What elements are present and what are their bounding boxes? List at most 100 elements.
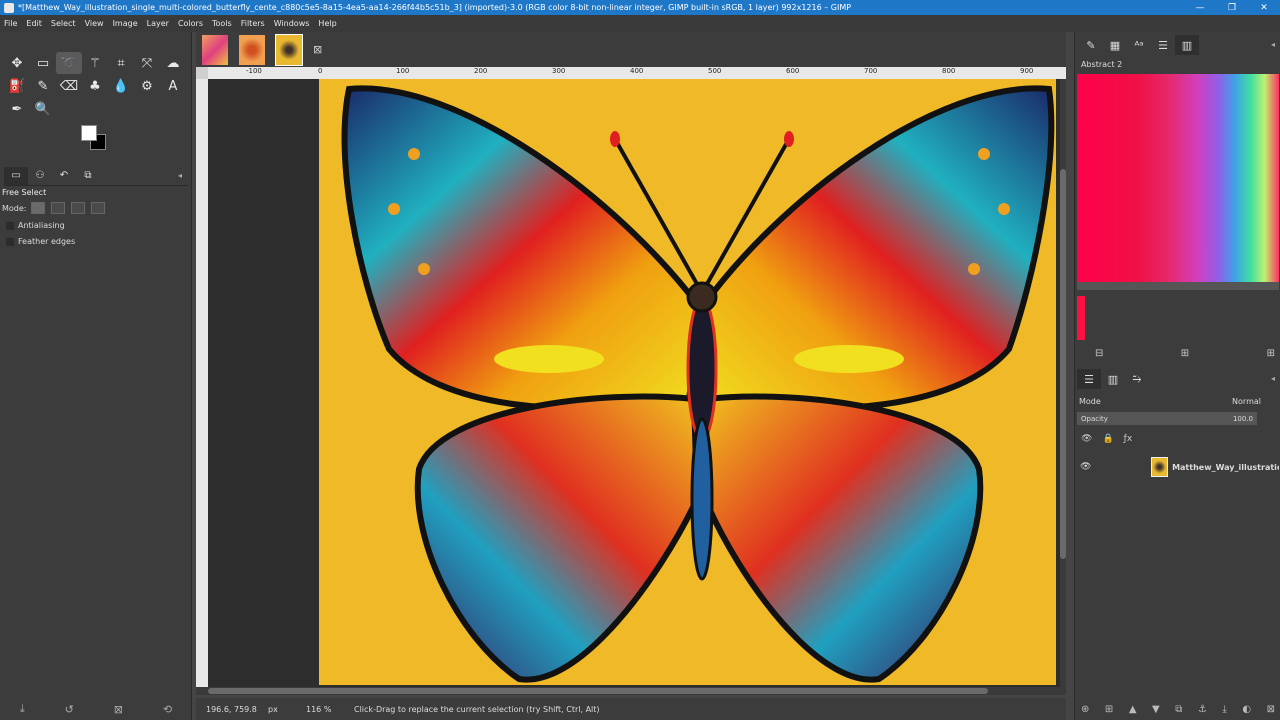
menu-file[interactable]: File (4, 19, 17, 28)
bucket-fill-tool-icon[interactable]: ⛽ (4, 75, 30, 97)
fg-bg-colors[interactable] (81, 125, 111, 155)
mode-intersect-button[interactable] (90, 202, 105, 214)
new-layer-icon[interactable]: ⊕ (1081, 704, 1089, 715)
menu-edit[interactable]: Edit (26, 19, 42, 28)
menu-filters[interactable]: Filters (241, 19, 265, 28)
lock-icon[interactable]: 🔒 (1102, 434, 1113, 444)
lower-layer-icon[interactable]: ▼ (1152, 704, 1160, 715)
gradient-stops[interactable] (1077, 282, 1279, 290)
dock-menu-icon[interactable]: ◂ (1271, 374, 1275, 383)
delete-options-icon[interactable]: ⊠ (114, 703, 123, 716)
tab-paths-icon[interactable]: ⥲ (1125, 369, 1149, 389)
antialiasing-option[interactable]: Antialiasing (0, 221, 190, 230)
tab-undo-history[interactable]: ↶ (52, 167, 76, 185)
visibility-icon[interactable]: 👁 (1081, 434, 1092, 444)
horizontal-ruler[interactable]: -100 0 100 200 300 400 500 600 700 800 9… (208, 67, 1066, 79)
tab-fonts-icon[interactable]: ᴬᵃ (1127, 35, 1151, 55)
tab-document-history-icon[interactable]: ☰ (1151, 35, 1175, 55)
clone-tool-icon[interactable]: ♣ (82, 75, 108, 97)
ruler-corner[interactable] (196, 67, 208, 79)
delete-layer-icon[interactable]: ⊠ (1267, 704, 1275, 715)
vertical-ruler[interactable] (196, 79, 208, 687)
new-group-icon[interactable]: ⊞ (1105, 704, 1113, 715)
layer-mode-select[interactable]: Normal (1232, 397, 1261, 406)
mask-icon[interactable]: ◐ (1242, 704, 1251, 715)
feather-checkbox[interactable] (6, 237, 14, 246)
restore-options-icon[interactable]: ↺ (65, 703, 74, 716)
menu-windows[interactable]: Windows (274, 19, 310, 28)
window-title: *[Matthew_Way_illustration_single_multi-… (18, 3, 852, 12)
tab-device-status[interactable]: ⚇ (28, 167, 52, 185)
canvas-area[interactable]: -100 0 100 200 300 400 500 600 700 800 9… (196, 67, 1066, 687)
canvas-image[interactable] (319, 79, 1056, 685)
image-tab-1[interactable] (202, 34, 228, 65)
image-tab-3[interactable] (275, 33, 303, 66)
zoom-tool-icon[interactable]: 🔍 (30, 98, 56, 120)
merge-layer-icon[interactable]: ⤓ (1222, 704, 1226, 715)
reset-options-icon[interactable]: ⟲ (163, 703, 172, 716)
tab-layers-icon[interactable]: ☰ (1077, 369, 1101, 389)
menu-layer[interactable]: Layer (147, 19, 169, 28)
close-button[interactable]: ✕ (1248, 3, 1280, 13)
fuzzy-select-tool-icon[interactable]: ⚚ (82, 52, 108, 74)
tab-brushes-icon[interactable]: ✎ (1079, 35, 1103, 55)
text-tool-icon[interactable]: A (160, 75, 186, 97)
gradient-preview[interactable] (1077, 74, 1279, 282)
duplicate-layer-icon[interactable]: ⧉ (1175, 704, 1182, 715)
minimize-button[interactable]: — (1184, 3, 1216, 13)
zoom-out-icon[interactable]: ⊟ (1095, 348, 1103, 359)
warp-tool-icon[interactable]: ☁ (160, 52, 186, 74)
layer-name[interactable]: Matthew_Way_illustration_sin (1172, 463, 1279, 472)
tab-gradients-icon[interactable]: ▥ (1175, 35, 1199, 55)
unit-select[interactable]: px (268, 705, 298, 714)
gradient-swatch[interactable] (1077, 296, 1085, 340)
zoom-in-icon[interactable]: ⊞ (1181, 348, 1189, 359)
save-options-icon[interactable]: ⤓ (20, 702, 25, 716)
dock-menu-icon[interactable]: ◂ (1271, 40, 1275, 49)
tab-tool-options[interactable]: ▭ (4, 166, 28, 185)
status-bar: 196.6, 759.8 px 116 % Click-Drag to repl… (196, 698, 1066, 720)
layer-row[interactable]: 👁 Matthew_Way_illustration_sin (1077, 456, 1279, 478)
antialiasing-checkbox[interactable] (6, 221, 14, 230)
crop-tool-icon[interactable]: ⌗ (108, 52, 134, 74)
free-select-tool-icon[interactable]: ➰ (56, 52, 82, 74)
ruler-tick: 800 (942, 67, 956, 75)
mode-add-button[interactable] (50, 202, 65, 214)
tab-images[interactable]: ⧉ (76, 167, 100, 185)
dock-menu-icon[interactable]: ◂ (178, 171, 182, 180)
menu-help[interactable]: Help (318, 19, 336, 28)
opacity-slider[interactable]: Opacity 100.0 (1077, 412, 1257, 425)
transform-tool-icon[interactable]: ⤧ (134, 52, 160, 74)
layer-visibility-icon[interactable]: 👁 (1077, 462, 1095, 472)
fx-icon[interactable]: ƒx (1124, 434, 1133, 444)
zoom-select[interactable]: 116 % (306, 705, 346, 714)
vertical-scrollbar[interactable] (1060, 79, 1066, 687)
paintbrush-tool-icon[interactable]: ✎ (30, 75, 56, 97)
smudge-tool-icon[interactable]: 💧 (108, 75, 134, 97)
rect-select-tool-icon[interactable]: ▭ (30, 52, 56, 74)
menu-view[interactable]: View (85, 19, 104, 28)
mode-replace-button[interactable] (30, 202, 45, 214)
foreground-color-swatch[interactable] (81, 125, 97, 141)
tab-channels-icon[interactable]: ▥ (1101, 369, 1125, 389)
menu-colors[interactable]: Colors (178, 19, 203, 28)
vertical-scrollbar-thumb[interactable] (1060, 169, 1066, 559)
move-tool-icon[interactable]: ✥ (4, 52, 30, 74)
color-picker-tool-icon[interactable]: ✒ (4, 98, 30, 120)
image-tab-2[interactable] (239, 34, 265, 65)
horizontal-scrollbar-thumb[interactable] (208, 688, 988, 694)
paths-tool-icon[interactable]: ⚙ (134, 75, 160, 97)
feather-option[interactable]: Feather edges (0, 237, 190, 246)
close-image-tab-icon[interactable]: ⊠ (313, 43, 322, 56)
tab-patterns-icon[interactable]: ▦ (1103, 35, 1127, 55)
raise-layer-icon[interactable]: ▲ (1129, 704, 1137, 715)
menu-select[interactable]: Select (51, 19, 76, 28)
anchor-layer-icon[interactable]: ⚓ (1198, 704, 1207, 715)
zoom-all-icon[interactable]: ⊞ (1267, 348, 1275, 359)
horizontal-scrollbar[interactable] (196, 687, 1066, 695)
eraser-tool-icon[interactable]: ⌫ (56, 75, 82, 97)
menu-image[interactable]: Image (113, 19, 138, 28)
mode-subtract-button[interactable] (70, 202, 85, 214)
maximize-button[interactable]: ❐ (1216, 3, 1248, 13)
menu-tools[interactable]: Tools (212, 19, 232, 28)
